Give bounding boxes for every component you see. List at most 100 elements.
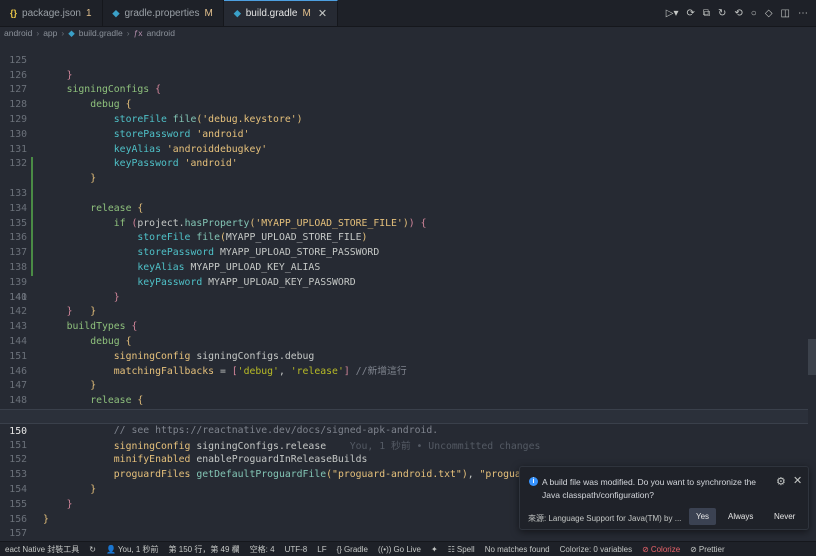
- tab-gradle-properties[interactable]: ◆ gradle.properties M: [103, 0, 224, 26]
- circle-icon[interactable]: ○: [751, 8, 757, 19]
- check-icon: ⊘: [690, 544, 697, 554]
- breadcrumb: android › app › ◆ build.gradle › ƒx andr…: [0, 27, 816, 39]
- modified-gutter: [31, 246, 33, 261]
- current-line: 150 signingConfig signingConfigs.release…: [0, 409, 808, 452]
- chevron-right-icon: ›: [61, 28, 65, 38]
- symbol-icon: ƒx: [133, 28, 143, 38]
- breadcrumb-item[interactable]: android: [147, 28, 175, 38]
- gradle-icon: ◆: [233, 8, 241, 18]
- never-button[interactable]: Never: [767, 508, 802, 525]
- notification-message: A build file was modified. Do you want t…: [542, 477, 757, 500]
- status-colorize[interactable]: ⊘ Colorize: [637, 545, 685, 554]
- status-colorize-label: Colorize: [650, 544, 681, 554]
- code-line: 151 matchingFallbacks = ['debug', 'relea…: [0, 335, 808, 377]
- gradle-icon: ◆: [112, 7, 120, 18]
- person-icon: 👤: [105, 544, 116, 554]
- tab-badge: M: [204, 7, 213, 19]
- modified-gutter: [31, 201, 33, 217]
- code-line: 127 debug {: [0, 69, 808, 110]
- tab-label: build.gradle: [245, 8, 298, 19]
- tab-badge: M: [302, 8, 311, 19]
- editor-actions: ▷▾ ⟳ ⧉ ↻ ⟲ ○ ◇ ◫ ⋯: [658, 0, 816, 26]
- json-icon: {}: [10, 8, 18, 18]
- modified-gutter: [31, 261, 33, 276]
- close-icon[interactable]: ✕: [793, 474, 802, 487]
- code-line: 128 storeFile file('debug.keystore'): [0, 83, 808, 125]
- breadcrumb-item[interactable]: app: [43, 28, 57, 38]
- chevron-right-icon: ›: [126, 28, 130, 38]
- code-line: 146 }: [0, 350, 808, 392]
- status-cursor-position[interactable]: 第 150 行，第 49 欄: [164, 544, 245, 555]
- compare-icon[interactable]: ⧉: [703, 8, 710, 19]
- code-line: 143 debug {: [0, 305, 808, 347]
- code-line: 144 signingConfig signingConfigs.debug: [0, 320, 808, 362]
- notification-source: 來源: Language Support for Java(TM) by ...: [528, 514, 682, 523]
- code-line: 148 // Caution! In production, you need …: [0, 379, 808, 421]
- close-icon[interactable]: ✕: [318, 7, 327, 20]
- code-line: 142 buildTypes {: [0, 291, 808, 332]
- tab-label: gradle.properties: [124, 7, 200, 19]
- status-language[interactable]: {} Gradle: [332, 545, 373, 554]
- code-line: 140 }: [0, 261, 808, 317]
- status-matches[interactable]: No matches found: [480, 545, 555, 554]
- info-icon: i: [529, 477, 538, 486]
- back-icon[interactable]: ⟲: [734, 8, 742, 19]
- gear-icon[interactable]: ⚙: [776, 475, 786, 488]
- spell-icon: ☷: [447, 544, 455, 554]
- code-line: 126 signingConfigs {: [0, 54, 808, 96]
- status-copilot[interactable]: ✦: [426, 545, 443, 554]
- tab-label: package.json: [22, 7, 81, 19]
- sync-notification: i A build file was modified. Do you want…: [519, 466, 809, 530]
- chevron-right-icon: ›: [36, 28, 40, 38]
- modified-gutter: [31, 216, 33, 232]
- code-line: 132 }: [0, 143, 808, 184]
- breadcrumb-item[interactable]: android: [4, 28, 32, 38]
- status-spell[interactable]: ☷ Spell: [443, 545, 480, 554]
- broadcast-icon: ((•)): [377, 544, 392, 554]
- sync-icon[interactable]: ↻: [718, 8, 726, 19]
- status-go-live[interactable]: ((•)) Go Live: [373, 545, 426, 554]
- status-eol[interactable]: LF: [312, 545, 331, 554]
- code-line: 151 minifyEnabled enableProguardInReleas…: [0, 424, 808, 466]
- status-encoding[interactable]: UTF-8: [280, 545, 313, 554]
- status-go-live-label: Go Live: [393, 544, 422, 554]
- prohibited-icon: ⊘: [642, 544, 649, 554]
- modified-gutter: [31, 172, 33, 187]
- code-line: 125 }: [0, 39, 808, 81]
- code-line: 136 storePassword MYAPP_UPLOAD_STORE_PAS…: [0, 201, 808, 258]
- braces-icon: {}: [336, 544, 342, 554]
- code-line: 138 keyPassword MYAPP_UPLOAD_KEY_PASSWOR…: [0, 231, 808, 288]
- code-line: 147 release {: [0, 365, 808, 406]
- code-line: 129 storePassword 'android': [0, 98, 808, 140]
- status-blame[interactable]: 👤 You, 1 秒前: [101, 544, 164, 555]
- breadcrumb-item[interactable]: build.gradle: [79, 28, 123, 38]
- split-editor-icon[interactable]: ◫: [781, 8, 790, 19]
- code-line: 149 // see https://reactnative.dev/docs/…: [0, 394, 808, 436]
- modified-gutter: [31, 231, 33, 247]
- modified-gutter: [31, 157, 33, 173]
- sync-icon[interactable]: ↻: [84, 545, 101, 554]
- status-prettier[interactable]: ⊘ Prettier: [685, 545, 730, 554]
- code-line: 131 keyPassword 'android': [0, 128, 808, 170]
- status-bar: eact Native 封裝工具 ↻ 👤 You, 1 秒前 第 150 行，第 …: [0, 541, 816, 556]
- tab-package-json[interactable]: {} package.json 1: [0, 0, 103, 26]
- code-line: 139 }: [0, 246, 808, 303]
- status-colorize-vars[interactable]: Colorize: 0 variables: [555, 545, 637, 554]
- tab-build-gradle[interactable]: ◆ build.gradle M ✕: [223, 0, 339, 26]
- code-line: 135 storeFile file(MYAPP_UPLOAD_STORE_FI…: [0, 187, 808, 243]
- status-react-native[interactable]: eact Native 封裝工具: [0, 544, 84, 555]
- yes-button[interactable]: Yes: [689, 508, 717, 525]
- status-indentation[interactable]: 空格: 4: [245, 544, 280, 555]
- history-icon[interactable]: ⟳: [686, 8, 694, 19]
- forward-icon[interactable]: ◇: [765, 8, 773, 19]
- always-button[interactable]: Always: [721, 508, 760, 525]
- code-line: 141 }: [0, 276, 808, 318]
- copilot-icon: ✦: [431, 544, 438, 554]
- code-line: 130 keyAlias 'androiddebugkey': [0, 113, 808, 155]
- run-icon[interactable]: ▷▾: [666, 8, 679, 19]
- tab-bar: {} package.json 1 ◆ gradle.properties M …: [0, 0, 816, 27]
- code-line: 137 keyAlias MYAPP_UPLOAD_KEY_ALIAS: [0, 216, 808, 273]
- code-line: 133 release {: [0, 157, 808, 214]
- more-icon[interactable]: ⋯: [798, 8, 808, 19]
- scrollbar-thumb[interactable]: [808, 339, 816, 375]
